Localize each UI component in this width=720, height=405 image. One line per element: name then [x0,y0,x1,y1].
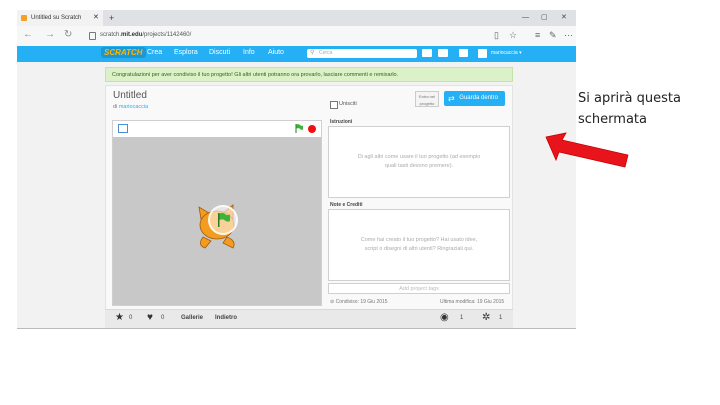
forward-arrow-icon[interactable]: → [45,29,55,40]
eye-icon: ◉ [440,312,449,323]
project-title[interactable]: Untitled [113,90,147,101]
window-close-button[interactable]: ✕ [561,10,567,26]
notes-credits-label: Note e Crediti [330,202,363,208]
nav-discuss[interactable]: Discuti [209,49,230,56]
project-stats-bar: ★ 0 ♥ 0 Gallerie Indietro ◉ 1 ✲ 1 [105,309,513,328]
remix-arrows-icon: ⇄ [448,94,455,103]
my-stuff-icon[interactable] [438,49,448,57]
reading-view-icon[interactable]: ▯ [494,30,499,41]
search-input[interactable]: ⚲ Cerca [307,49,417,58]
star-icon[interactable]: ★ [115,312,124,323]
see-inside-button[interactable]: Entra nel progetto [415,91,439,107]
play-overlay-button[interactable] [208,205,238,235]
messages-icon[interactable] [422,49,432,57]
window-minimize-button[interactable]: — [522,10,529,26]
nav-create[interactable]: Crea [147,49,162,56]
instructions-textarea[interactable]: Di agli altri come usare il tuo progetto… [328,126,510,198]
add-to-studio-link[interactable]: Gallerie [181,315,203,321]
report-link[interactable]: Indietro [215,315,237,321]
search-placeholder: Cerca [319,50,333,56]
notes-credits-textarea[interactable]: Come hai creato il tuo progetto? Hai usa… [328,209,510,281]
url-path: /projects/1142460/ [142,32,192,38]
stage-canvas[interactable] [113,137,321,305]
remixes-count: 1 [499,315,503,321]
browser-address-bar: ← → ↻ scratch.mit.edu/projects/1142460/ … [17,26,576,47]
username-dropdown[interactable]: mariocaccia ▾ [491,50,522,56]
search-icon: ⚲ [310,50,315,56]
views-count: 1 [460,315,464,321]
project-stage [112,120,322,306]
tab-title: Untitled su Scratch [31,15,82,21]
refresh-icon[interactable]: ↻ [64,29,72,40]
fullscreen-icon[interactable] [118,124,128,133]
more-icon[interactable]: ⋯ [564,30,573,41]
annotation-line-1: Si aprirà questa [578,91,681,106]
instructions-placeholder: Di agli altri come usare il tuo progetto… [357,154,481,169]
new-tab-button[interactable]: + [109,10,114,26]
share-checkbox[interactable] [330,101,338,109]
play-flag-icon [218,212,230,227]
green-flag-icon[interactable] [295,124,303,133]
scratch-logo[interactable]: SCRATCH [101,47,146,58]
browser-screenshot: Untitled su Scratch ✕ + — ▢ ✕ ← → ↻ scra… [17,10,576,329]
heart-icon[interactable]: ♥ [147,312,153,323]
author-link[interactable]: mariocaccia [119,104,148,110]
instructions-label: Istruzioni [330,119,353,125]
red-arrow-icon [545,132,629,168]
project-tags-input[interactable]: Add project tags [328,283,510,294]
lock-icon [89,32,96,40]
back-arrow-icon[interactable]: ← [23,29,33,40]
stage-controls [113,121,321,137]
author-prefix: di [113,104,118,110]
remix-icon: ✲ [482,312,491,323]
web-note-icon[interactable]: ✎ [549,30,557,41]
nav-explore[interactable]: Esplora [174,49,198,56]
share-checkbox-label: Unisciti [339,101,357,107]
stop-icon[interactable] [308,125,316,133]
tab-close-icon[interactable]: ✕ [93,10,99,26]
see-inside-main-button[interactable]: ⇄ Guarda dentro [444,91,505,106]
scratch-navbar: SCRATCH Crea Esplora Discuti Info Aiuto … [17,46,576,62]
modified-date: Ultima modifica: 19 Giu 2015 [440,299,505,305]
scratch-favicon-icon [21,15,27,21]
shared-date-text: Condiviso: 19 Giu 2015 [335,299,388,305]
favorites-count: 0 [129,315,133,321]
url-prefix: scratch. [100,32,122,38]
nav-about[interactable]: Info [243,49,255,56]
window-maximize-button[interactable]: ▢ [541,10,548,26]
annotation-line-2: schermata [578,112,647,127]
shared-date: ⊘ Condiviso: 19 Giu 2015 [330,299,388,305]
account-nav-icon[interactable] [459,49,468,57]
url-domain: mit.edu [121,32,143,38]
url-field[interactable]: scratch.mit.edu/projects/1142460/ [100,32,191,38]
save-button-label: Guarda dentro [459,95,498,101]
annotation-text: Si aprirà questa schermata [578,88,681,130]
project-author-line: di mariocaccia [113,104,148,110]
browser-tab[interactable]: Untitled su Scratch ✕ [17,10,103,26]
favorite-star-icon[interactable]: ☆ [509,30,517,41]
avatar[interactable] [478,49,487,58]
nav-help[interactable]: Aiuto [268,49,284,56]
notes-placeholder: Come hai creato il tuo progetto? Hai usa… [360,237,478,252]
hub-icon[interactable]: ≡ [535,30,540,40]
loves-count: 0 [161,315,165,321]
share-success-banner: Congratulazioni per aver condiviso il tu… [105,67,513,82]
browser-tab-bar: Untitled su Scratch ✕ + — ▢ ✕ [17,10,576,26]
